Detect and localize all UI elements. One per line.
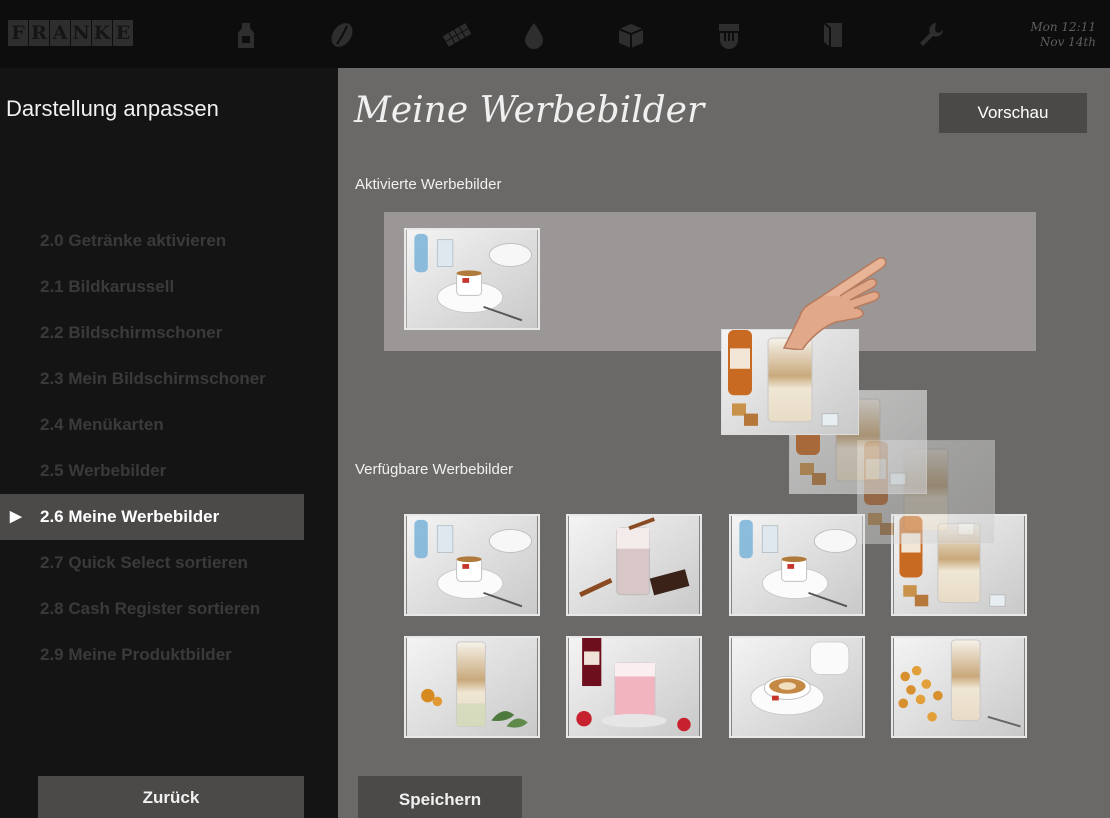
sidebar-item-label: 2.6 Meine Werbebilder: [40, 507, 220, 526]
sidebar: Darstellung anpassen 2.0 Getränke aktivi…: [0, 68, 338, 818]
logo-letter: K: [92, 20, 112, 46]
sidebar-item-label: 2.2 Bildschirmschoner: [40, 323, 223, 342]
water-drop-icon[interactable]: [517, 18, 551, 52]
door-icon[interactable]: [816, 18, 850, 52]
sidebar-item-getraenke-aktivieren[interactable]: 2.0 Getränke aktivieren: [0, 218, 338, 264]
available-image-cappuccino[interactable]: [729, 636, 865, 738]
active-images-label: Aktivierte Werbebilder: [355, 176, 502, 193]
available-image-latte-glass[interactable]: [404, 636, 540, 738]
time-label: Mon 12:11: [1030, 20, 1096, 34]
preview-button[interactable]: Vorschau: [939, 93, 1087, 133]
sidebar-item-meine-werbebilder[interactable]: ▶ 2.6 Meine Werbebilder: [0, 494, 304, 540]
available-images-label: Verfügbare Werbebilder: [355, 461, 514, 478]
active-image-espresso[interactable]: [404, 228, 540, 330]
sidebar-item-bildkarussell[interactable]: 2.1 Bildkarussell: [0, 264, 338, 310]
date-time-display: Mon 12:11 Nov 14th: [1016, 20, 1096, 50]
sidebar-item-label: 2.9 Meine Produktbilder: [40, 645, 232, 664]
box-icon[interactable]: [614, 18, 648, 52]
page-title: Meine Werbebilder: [354, 90, 705, 131]
sidebar-item-cash-register-sortieren[interactable]: 2.8 Cash Register sortieren: [0, 586, 338, 632]
available-image-espresso-2[interactable]: [729, 514, 865, 616]
back-button[interactable]: Zurück: [38, 776, 304, 818]
logo-letter: A: [50, 20, 70, 46]
logo-letter: N: [71, 20, 91, 46]
sidebar-item-label: 2.8 Cash Register sortieren: [40, 599, 261, 618]
available-image-latte-cookies[interactable]: [891, 636, 1027, 738]
sidebar-item-label: 2.4 Menükarten: [40, 415, 164, 434]
logo-letter: R: [29, 20, 49, 46]
save-button[interactable]: Speichern: [358, 776, 522, 818]
sidebar-item-label: 2.3 Mein Bildschirmschoner: [40, 369, 266, 388]
sidebar-item-label: 2.5 Werbebilder: [40, 461, 167, 480]
sidebar-item-meine-produktbilder[interactable]: 2.9 Meine Produktbilder: [0, 632, 338, 678]
sidebar-item-bildschirmschoner[interactable]: 2.2 Bildschirmschoner: [0, 310, 338, 356]
top-bar: F R A N K E Mon 12:11 Nov 14th: [0, 0, 1110, 68]
logo-letter: E: [113, 20, 133, 46]
sidebar-title: Darstellung anpassen: [6, 96, 219, 121]
sidebar-item-quick-select-sortieren[interactable]: 2.7 Quick Select sortieren: [0, 540, 338, 586]
sidebar-menu: 2.0 Getränke aktivieren 2.1 Bildkarussel…: [0, 218, 338, 678]
sidebar-item-menuekarten[interactable]: 2.4 Menükarten: [0, 402, 338, 448]
sidebar-item-mein-bildschirmschoner[interactable]: 2.3 Mein Bildschirmschoner: [0, 356, 338, 402]
chocolate-icon[interactable]: [440, 18, 474, 52]
sidebar-item-label: 2.0 Getränke aktivieren: [40, 231, 227, 250]
sidebar-item-werbebilder[interactable]: 2.5 Werbebilder: [0, 448, 338, 494]
available-image-chocolate-drink[interactable]: [566, 514, 702, 616]
date-label: Nov 14th: [1039, 35, 1096, 49]
franke-logo: F R A N K E: [8, 20, 133, 46]
screen: F R A N K E Mon 12:11 Nov 14th Darstellu…: [0, 0, 1110, 818]
logo-letter: F: [8, 20, 28, 46]
active-marker-icon: ▶: [10, 508, 22, 525]
pointing-hand-icon: [780, 246, 892, 351]
available-image-espresso[interactable]: [404, 514, 540, 616]
cup-cleaning-icon[interactable]: [712, 18, 746, 52]
milk-icon[interactable]: [229, 18, 263, 52]
coffee-bean-icon[interactable]: [325, 18, 359, 52]
sidebar-item-label: 2.1 Bildkarussell: [40, 277, 175, 296]
wrench-icon[interactable]: [914, 18, 948, 52]
sidebar-item-label: 2.7 Quick Select sortieren: [40, 553, 248, 572]
available-image-strawberry-drink[interactable]: [566, 636, 702, 738]
